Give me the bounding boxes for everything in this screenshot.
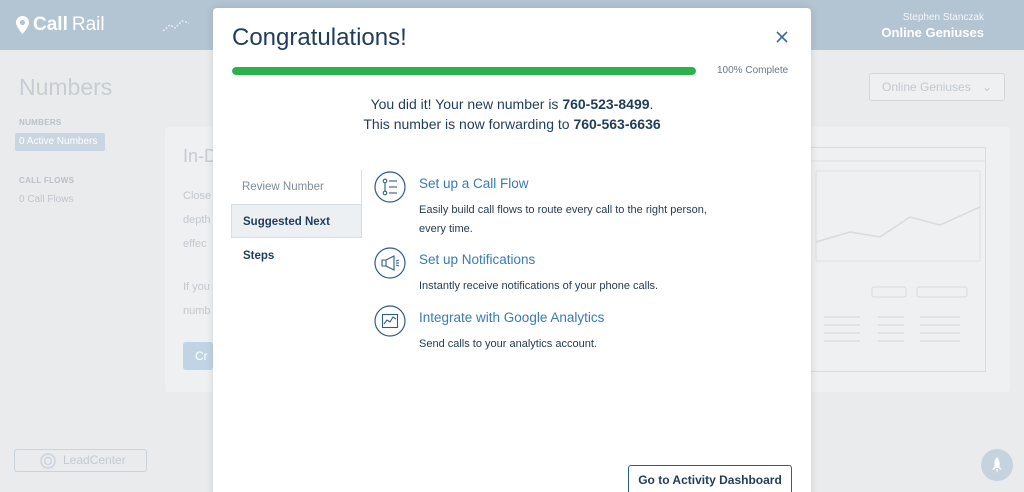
account-select[interactable]: Online Geniuses ⌄ [869, 73, 1005, 101]
user-name: Stephen Stanczak [902, 12, 984, 23]
leadcenter-label: LeadCenter [63, 453, 126, 467]
account-menu[interactable]: Stephen Stanczak Online Geniuses [881, 12, 984, 40]
success-message-line-1: You did it! Your new number is 760-523-8… [213, 96, 811, 112]
google-analytics-description: Send calls to your analytics account. [419, 338, 597, 350]
logo-text-rail: Rail [71, 14, 105, 35]
intro-card-text: effec [183, 238, 207, 250]
set-up-call-flow-link[interactable]: Set up a Call Flow [419, 176, 529, 191]
intro-card-text: numb [183, 305, 211, 317]
chevron-down-icon: ⌄ [981, 80, 992, 94]
megaphone-icon [374, 247, 406, 279]
close-icon[interactable] [775, 30, 789, 44]
leadcenter-button[interactable]: LeadCenter [14, 449, 147, 472]
sidebar-heading-call-flows: CALL FLOWS [19, 176, 75, 185]
intro-card-title: In-D [183, 146, 218, 166]
call-flow-icon [374, 171, 406, 203]
message-prefix: You did it! Your new number is [370, 96, 563, 112]
congratulations-modal: Congratulations! 100% Complete You did i… [213, 8, 811, 492]
account-select-value: Online Geniuses [882, 80, 971, 94]
leadcenter-icon [40, 453, 56, 469]
reports-graph-icon[interactable] [162, 16, 190, 34]
integrate-google-analytics-link[interactable]: Integrate with Google Analytics [419, 310, 604, 325]
create-number-button[interactable]: Cr [183, 342, 213, 370]
success-message-line-2: This number is now forwarding to 760-563… [213, 116, 811, 132]
intro-card-text: depth [183, 214, 211, 226]
new-number: 760-523-8499 [562, 96, 650, 112]
rocket-icon [992, 457, 1002, 473]
sidebar-item-active-numbers[interactable]: 0 Active Numbers [15, 133, 105, 151]
go-to-activity-dashboard-button[interactable]: Go to Activity Dashboard [628, 465, 792, 492]
progress-bar [232, 67, 696, 75]
sidebar-item-call-flows[interactable]: 0 Call Flows [19, 194, 73, 205]
callrail-logo[interactable]: Call Rail [16, 14, 105, 36]
sidebar-heading-numbers: NUMBERS [19, 118, 62, 127]
notifications-description: Instantly receive notifications of your … [419, 280, 659, 292]
modal-title: Congratulations! [232, 24, 407, 51]
organization-name: Online Geniuses [881, 25, 984, 40]
dashboard-illustration [810, 147, 986, 372]
call-flow-description: Easily build call flows to route every c… [419, 204, 707, 235]
forwarding-number: 760-563-6636 [573, 116, 661, 132]
tab-review-number[interactable]: Review Number [231, 170, 362, 204]
intro-card-text: If you [183, 281, 210, 293]
tab-suggested-next-steps[interactable]: Suggested Next Steps [231, 204, 362, 262]
set-up-notifications-link[interactable]: Set up Notifications [419, 252, 535, 267]
logo-text-call: Call [33, 14, 68, 35]
modal-tabs: Review Number Suggested Next Steps [231, 170, 362, 262]
location-pin-icon [16, 16, 29, 34]
page-title: Numbers [19, 74, 113, 100]
help-launcher-button[interactable] [981, 449, 1013, 481]
message-suffix: . [649, 96, 654, 112]
progress-bar-fill [232, 67, 696, 75]
progress-label: 100% Complete [717, 65, 789, 76]
intro-card-text: Close [183, 190, 212, 202]
analytics-chart-icon [374, 305, 406, 337]
message-prefix: This number is now forwarding to [363, 116, 574, 132]
